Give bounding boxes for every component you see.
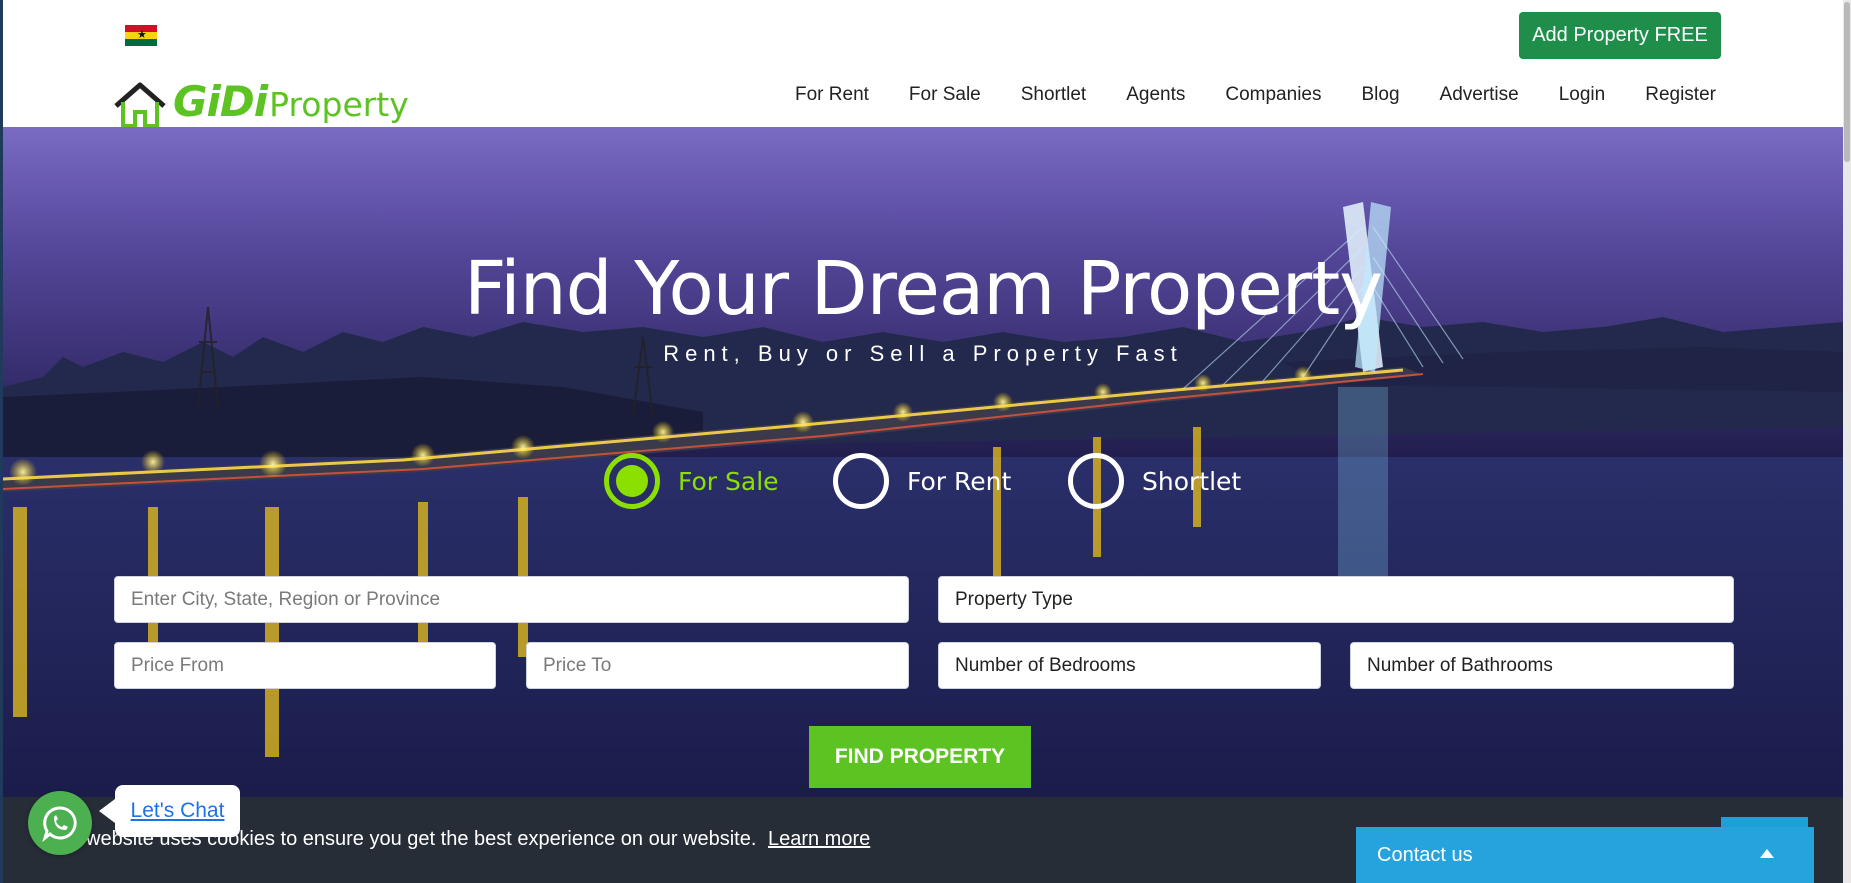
contact-us-widget[interactable]: Contact us <box>1356 827 1814 883</box>
logo-text-property: Property <box>269 85 409 124</box>
scrollbar[interactable] <box>1843 0 1851 883</box>
hero-subtitle: Rent, Buy or Sell a Property Fast <box>663 341 1183 366</box>
radio-selected-icon[interactable] <box>604 453 660 509</box>
nav-companies[interactable]: Companies <box>1225 80 1321 110</box>
whatsapp-glyph-icon <box>42 806 77 842</box>
bedrooms-select[interactable]: Number of Bedrooms <box>938 642 1321 689</box>
radio-for-rent[interactable]: For Rent <box>833 453 1011 509</box>
nav-shortlet[interactable]: Shortlet <box>1021 80 1086 110</box>
radio-unselected-icon[interactable] <box>1068 453 1124 509</box>
scrollbar-thumb[interactable] <box>1844 2 1850 162</box>
bathrooms-select[interactable]: Number of Bathrooms <box>1350 642 1734 689</box>
property-type-select[interactable]: Property Type <box>938 576 1734 623</box>
main-nav: For Rent For Sale Shortlet Agents Compan… <box>795 80 1716 110</box>
nav-for-rent[interactable]: For Rent <box>795 80 869 110</box>
radio-shortlet-label[interactable]: Shortlet <box>1142 467 1241 496</box>
nav-for-sale[interactable]: For Sale <box>909 80 981 110</box>
price-from-input[interactable]: Price From <box>114 642 496 689</box>
lets-chat-link[interactable]: Let's Chat <box>131 799 225 823</box>
radio-for-rent-label[interactable]: For Rent <box>907 467 1011 496</box>
learn-more-link[interactable]: Learn more <box>768 828 870 850</box>
whatsapp-icon[interactable] <box>28 791 92 855</box>
radio-unselected-icon[interactable] <box>833 453 889 509</box>
nav-blog[interactable]: Blog <box>1361 80 1399 110</box>
hero-section: Find Your Dream Property Rent, Buy or Se… <box>3 127 1843 797</box>
nav-login[interactable]: Login <box>1559 80 1606 110</box>
nav-advertise[interactable]: Advertise <box>1440 80 1519 110</box>
radio-for-sale-label[interactable]: For Sale <box>678 467 779 496</box>
hero-title: Find Your Dream Property <box>463 246 1383 332</box>
nav-agents[interactable]: Agents <box>1126 80 1185 110</box>
location-input[interactable]: Enter City, State, Region or Province <box>114 576 909 623</box>
page-edge <box>0 0 3 883</box>
house-logo-icon <box>114 82 166 128</box>
add-property-button[interactable]: Add Property FREE <box>1519 12 1721 59</box>
price-to-input[interactable]: Price To <box>526 642 909 689</box>
nav-register[interactable]: Register <box>1645 80 1716 110</box>
radio-for-sale[interactable]: For Sale <box>604 453 779 509</box>
lets-chat-bubble[interactable]: Let's Chat <box>99 785 240 837</box>
chevron-up-icon[interactable] <box>1760 849 1774 858</box>
logo-text-gidi: GiDi <box>173 77 268 126</box>
radio-shortlet[interactable]: Shortlet <box>1068 453 1241 509</box>
contact-us-label: Contact us <box>1377 843 1473 866</box>
find-property-button[interactable]: FIND PROPERTY <box>809 726 1031 788</box>
site-logo[interactable]: GiDi Property <box>113 72 409 128</box>
site-header: ★ GiDi Property Add Property FREE For Re… <box>3 0 1843 128</box>
ghana-flag-icon[interactable]: ★ <box>125 25 157 46</box>
